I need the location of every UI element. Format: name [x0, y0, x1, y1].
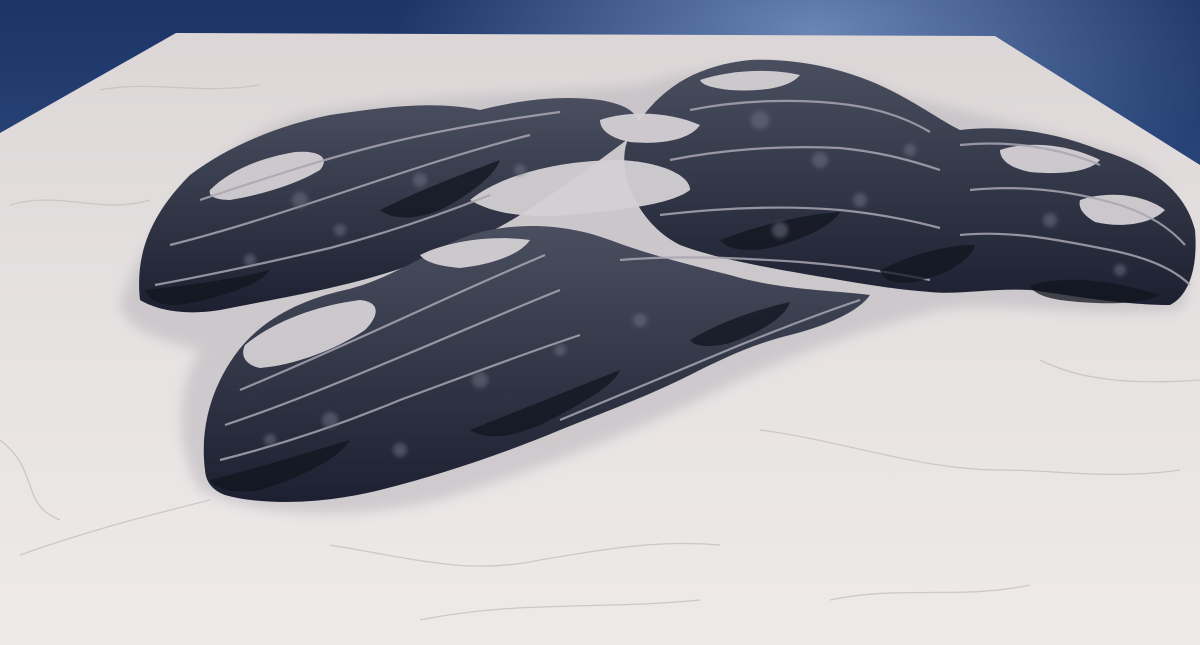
terrain-render	[0, 0, 1200, 645]
terrain-viewport	[0, 0, 1200, 645]
